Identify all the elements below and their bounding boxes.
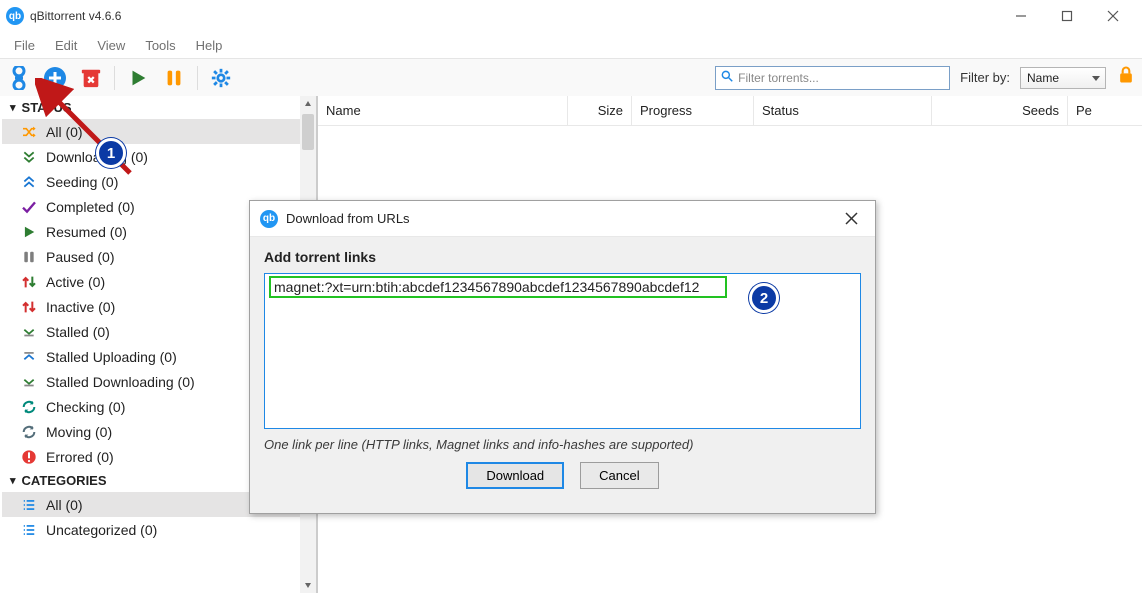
filter-input[interactable]: Filter torrents... bbox=[715, 66, 950, 90]
stalled-down-icon bbox=[20, 374, 38, 390]
sidebar-item-label: Completed (0) bbox=[46, 199, 135, 215]
sidebar-item-label: Stalled Uploading (0) bbox=[46, 349, 177, 365]
dialog-heading: Add torrent links bbox=[264, 249, 861, 265]
status-seeding[interactable]: Seeding (0) bbox=[2, 169, 316, 194]
scroll-thumb[interactable] bbox=[302, 114, 314, 150]
refresh-icon bbox=[20, 399, 38, 415]
menubar: File Edit View Tools Help bbox=[0, 32, 1142, 58]
lock-icon[interactable] bbox=[1116, 64, 1136, 91]
download-button[interactable]: Download bbox=[466, 462, 564, 489]
menu-file[interactable]: File bbox=[4, 36, 45, 55]
status-header[interactable]: ▾STATUS bbox=[2, 96, 316, 119]
refresh-icon bbox=[20, 424, 38, 440]
status-downloading[interactable]: Downloading (0) bbox=[2, 144, 316, 169]
sidebar-item-label: Paused (0) bbox=[46, 249, 114, 265]
download-urls-dialog: qb Download from URLs Add torrent links … bbox=[249, 200, 876, 514]
shuffle-icon bbox=[20, 124, 38, 140]
double-down-icon bbox=[20, 149, 38, 165]
sidebar-item-label: All (0) bbox=[46, 497, 83, 513]
dialog-close-button[interactable] bbox=[837, 205, 865, 233]
titlebar: qb qBittorrent v4.6.6 bbox=[0, 0, 1142, 32]
sidebar-item-label: All (0) bbox=[46, 124, 83, 140]
list-icon bbox=[20, 523, 38, 537]
cancel-button[interactable]: Cancel bbox=[580, 462, 658, 489]
sidebar-item-label: Moving (0) bbox=[46, 424, 112, 440]
app-icon: qb bbox=[6, 7, 24, 25]
col-size[interactable]: Size bbox=[568, 96, 632, 125]
stalled-down-icon bbox=[20, 324, 38, 340]
filterby-select[interactable]: Name bbox=[1020, 67, 1106, 89]
sidebar-item-label: Stalled (0) bbox=[46, 324, 110, 340]
sidebar-item-label: Seeding (0) bbox=[46, 174, 118, 190]
add-torrent-button[interactable] bbox=[42, 65, 68, 91]
play-icon bbox=[20, 225, 38, 239]
sidebar-item-label: Active (0) bbox=[46, 274, 105, 290]
filter-placeholder: Filter torrents... bbox=[738, 71, 819, 85]
app-icon: qb bbox=[260, 210, 278, 228]
chevron-down-icon: ▾ bbox=[10, 101, 16, 114]
col-status[interactable]: Status bbox=[754, 96, 932, 125]
urls-textarea[interactable]: magnet:?xt=urn:btih:abcdef1234567890abcd… bbox=[264, 273, 861, 429]
sidebar-item-label: Resumed (0) bbox=[46, 224, 127, 240]
sidebar-item-label: Uncategorized (0) bbox=[46, 522, 157, 538]
menu-help[interactable]: Help bbox=[186, 36, 233, 55]
menu-view[interactable]: View bbox=[87, 36, 135, 55]
pause-button[interactable] bbox=[161, 65, 187, 91]
close-button[interactable] bbox=[1090, 1, 1136, 31]
stalled-up-icon bbox=[20, 349, 38, 365]
search-icon bbox=[720, 69, 734, 86]
double-up-icon bbox=[20, 174, 38, 190]
dialog-titlebar[interactable]: qb Download from URLs bbox=[250, 201, 875, 237]
dialog-title: Download from URLs bbox=[286, 211, 410, 226]
resume-button[interactable] bbox=[125, 65, 151, 91]
col-name[interactable]: Name bbox=[318, 96, 568, 125]
minimize-button[interactable] bbox=[998, 1, 1044, 31]
delete-button[interactable] bbox=[78, 65, 104, 91]
check-icon bbox=[20, 199, 38, 215]
menu-edit[interactable]: Edit bbox=[45, 36, 87, 55]
chevron-down-icon: ▾ bbox=[10, 474, 16, 487]
updown-icon bbox=[20, 274, 38, 290]
updown-icon bbox=[20, 299, 38, 315]
maximize-button[interactable] bbox=[1044, 1, 1090, 31]
col-seeds[interactable]: Seeds bbox=[932, 96, 1068, 125]
dialog-hint: One link per line (HTTP links, Magnet li… bbox=[264, 437, 861, 452]
filterby-label: Filter by: bbox=[960, 70, 1010, 85]
window-title: qBittorrent v4.6.6 bbox=[30, 9, 121, 23]
category-uncategorized[interactable]: Uncategorized (0) bbox=[2, 517, 316, 542]
sidebar-item-label: Errored (0) bbox=[46, 449, 114, 465]
sidebar-item-label: Downloading (0) bbox=[46, 149, 148, 165]
menu-tools[interactable]: Tools bbox=[135, 36, 185, 55]
scroll-down-icon[interactable] bbox=[300, 577, 316, 593]
add-link-button[interactable] bbox=[6, 65, 32, 91]
column-headers: Name Size Progress Status Seeds Pe bbox=[318, 96, 1142, 126]
sidebar-item-label: Checking (0) bbox=[46, 399, 125, 415]
error-icon bbox=[20, 449, 38, 465]
list-icon bbox=[20, 498, 38, 512]
col-progress[interactable]: Progress bbox=[632, 96, 754, 125]
sidebar-item-label: Stalled Downloading (0) bbox=[46, 374, 195, 390]
magnet-link-text: magnet:?xt=urn:btih:abcdef1234567890abcd… bbox=[269, 276, 727, 298]
toolbar: Filter torrents... Filter by: Name bbox=[0, 58, 1142, 96]
sidebar-item-label: Inactive (0) bbox=[46, 299, 115, 315]
settings-button[interactable] bbox=[208, 65, 234, 91]
pause-icon bbox=[20, 250, 38, 264]
col-peers[interactable]: Pe bbox=[1068, 96, 1142, 125]
status-all[interactable]: All (0) bbox=[2, 119, 316, 144]
scroll-up-icon[interactable] bbox=[300, 96, 316, 112]
